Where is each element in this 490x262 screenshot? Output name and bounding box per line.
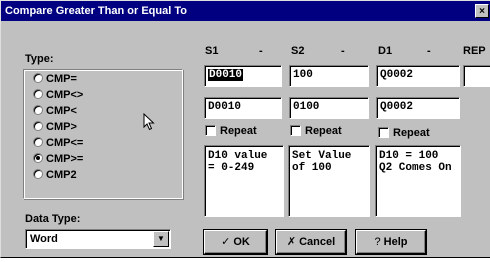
radio-icon [33,89,43,100]
d1-header: D1 [378,45,393,57]
type-label: Type: [25,53,54,65]
dialog-window: Compare Greater Than or Equal To × Type:… [0,0,490,258]
radio-cmp-le[interactable]: CMP<= [33,137,83,150]
radio-selected-icon [33,153,43,164]
d1-header-dash: - [427,45,431,57]
x-mark-icon: ✗ [286,236,297,248]
radio-cmp-lt[interactable]: CMP< [33,105,77,118]
checkbox-label: Repeat [305,125,342,137]
radio-label: CMP<> [46,89,84,101]
s1-input[interactable]: D0010 [204,65,282,87]
rep-input[interactable] [463,65,490,87]
s2-header-dash: - [341,45,345,57]
d1-value-field: Q0002 [376,97,460,119]
data-type-select[interactable]: Word ▼ [25,229,171,249]
rep-header: REP [463,45,486,57]
s2-input[interactable]: 100 [289,65,369,87]
radio-cmp-eq[interactable]: CMP= [33,73,77,86]
d1-input[interactable]: Q0002 [376,65,460,87]
d1-description[interactable]: D10 = 100 Q2 Comes On [375,145,461,217]
checkbox-icon [205,124,216,136]
radio-icon [33,121,43,132]
checkbox-label: Repeat [393,127,430,139]
data-type-label: Data Type: [25,213,81,225]
question-mark-icon: ? [374,236,381,248]
radio-label: CMP= [46,73,77,85]
d1-repeat-checkbox[interactable]: Repeat [378,126,430,141]
radio-label: CMP< [46,105,77,117]
radio-icon [33,137,43,148]
radio-icon [33,105,43,116]
radio-cmp-gt[interactable]: CMP> [33,121,77,134]
title-bar: Compare Greater Than or Equal To × [1,1,490,21]
s1-repeat-checkbox[interactable]: Repeat [205,124,257,139]
chevron-down-icon[interactable]: ▼ [153,231,169,247]
mouse-pointer-icon [143,113,155,131]
close-icon[interactable]: × [475,4,489,18]
checkbox-icon [378,126,389,138]
help-button-label: Help [383,236,408,248]
radio-label: CMP2 [46,169,77,181]
radio-cmp-ne[interactable]: CMP<> [33,89,83,102]
s1-header-dash: - [259,45,263,57]
checkbox-icon [290,124,301,136]
data-type-value: Word [30,233,58,245]
s1-header: S1 [205,45,219,57]
radio-label: CMP> [46,121,77,133]
cancel-button[interactable]: ✗ Cancel [276,230,346,254]
ok-button-label: OK [233,236,250,248]
radio-label: CMP>= [46,153,84,165]
radio-cmp2[interactable]: CMP2 [33,169,77,182]
s1-value-field: D0010 [204,97,282,119]
radio-icon [33,73,43,84]
window-title: Compare Greater Than or Equal To [5,5,187,17]
radio-icon [33,169,43,180]
cancel-button-label: Cancel [299,236,336,248]
ok-button[interactable]: ✓ OK [204,230,267,254]
s1-description[interactable]: D10 value = 0-249 [204,145,284,217]
radio-cmp-ge[interactable]: CMP>= [33,153,83,166]
s2-value-field: 0100 [289,97,369,119]
s2-header: S2 [291,45,305,57]
help-button[interactable]: ? Help [356,230,426,254]
s2-repeat-checkbox[interactable]: Repeat [290,124,342,139]
checkbox-label: Repeat [220,125,257,137]
radio-label: CMP<= [46,137,84,149]
checkmark-icon: ✓ [221,236,231,248]
s1-input-text: D0010 [208,69,244,81]
s2-description[interactable]: Set Value of 100 [288,145,370,217]
